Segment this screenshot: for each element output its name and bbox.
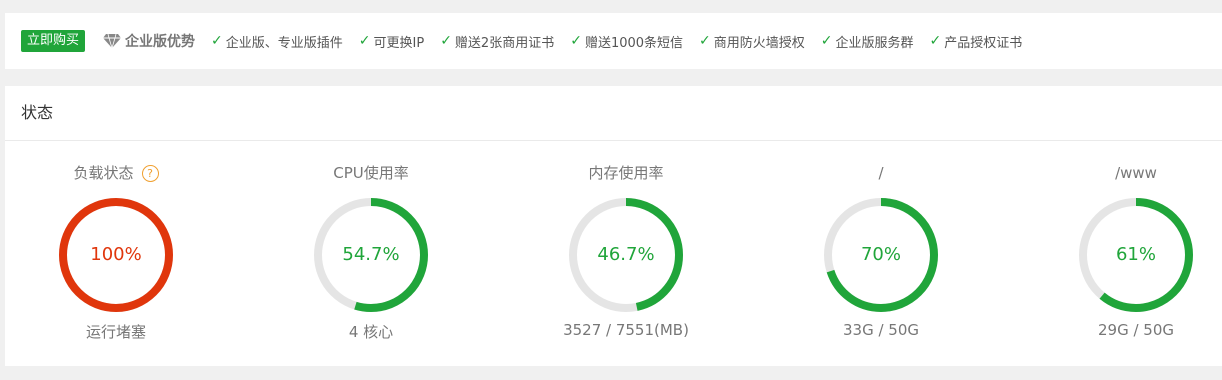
feature-item: ✓ 可更换IP bbox=[359, 32, 424, 51]
gauge-title: / bbox=[781, 153, 981, 193]
status-panel-title: 状态 bbox=[5, 86, 1222, 141]
gauge-title: 内存使用率 bbox=[526, 153, 726, 193]
gauge-percent: 54.7% bbox=[342, 244, 400, 265]
question-icon[interactable]: ? bbox=[141, 164, 159, 182]
feature-label: 赠送2张商用证书 bbox=[454, 35, 555, 51]
feature-label: 商用防火墙授权 bbox=[713, 35, 805, 51]
disk-root-gauge[interactable]: / 70% 33G / 50G bbox=[781, 141, 981, 339]
memory-gauge[interactable]: 内存使用率 46.7% 3527 / 7551(MB) bbox=[526, 141, 726, 339]
status-panel: 状态 负载状态 ? 100% 运行堵塞 CPU使用率 54.7% 4 核心 内存… bbox=[5, 86, 1222, 366]
gauge-percent: 61% bbox=[1115, 244, 1156, 265]
feature-label: 赠送1000条短信 bbox=[584, 35, 684, 51]
feature-label: 企业版服务群 bbox=[835, 35, 914, 51]
gauge-subtitle: 29G / 50G bbox=[1097, 321, 1174, 339]
check-icon: ✓ bbox=[820, 33, 833, 49]
check-icon: ✓ bbox=[440, 33, 452, 49]
feature-item: ✓ 企业版服务群 bbox=[821, 32, 914, 51]
disk-www-gauge[interactable]: /www 61% 29G / 50G bbox=[1036, 141, 1222, 339]
gauge-title: /www bbox=[1036, 153, 1222, 193]
feature-item: ✓ 产品授权证书 bbox=[930, 32, 1023, 51]
enterprise-advantage: 企业版优势 bbox=[103, 31, 195, 51]
gauge-title: 负载状态 ? bbox=[16, 153, 216, 193]
gauge-ring: 100% bbox=[56, 195, 176, 315]
feature-label: 企业版、专业版插件 bbox=[225, 35, 343, 51]
enterprise-advantage-label: 企业版优势 bbox=[125, 34, 196, 50]
feature-item: ✓ 商用防火墙授权 bbox=[699, 32, 805, 51]
gauge-ring: 70% bbox=[821, 195, 941, 315]
gauge-subtitle: 4 核心 bbox=[348, 323, 394, 341]
gauge-row: 负载状态 ? 100% 运行堵塞 CPU使用率 54.7% 4 核心 内存使用率… bbox=[5, 141, 1222, 366]
gauge-subtitle: 33G / 50G bbox=[842, 321, 919, 339]
gauge-title-label: 负载状态 bbox=[73, 164, 134, 182]
gauge-title-label: / bbox=[878, 164, 884, 182]
enterprise-banner: 立即购买 企业版优势 ✓ 企业版、专业版插件 ✓ 可更换IP ✓ 赠送2张商用证书 ✓… bbox=[5, 13, 1222, 69]
gauge-title: CPU使用率 bbox=[271, 153, 471, 193]
gauge-title-label: /www bbox=[1115, 164, 1157, 182]
feature-item: ✓ 企业版、专业版插件 bbox=[211, 32, 343, 51]
gauge-subtitle: 运行堵塞 bbox=[85, 323, 146, 341]
gauge-ring: 46.7% bbox=[566, 195, 686, 315]
cpu-gauge[interactable]: CPU使用率 54.7% 4 核心 bbox=[271, 141, 471, 342]
feature-label: 可更换IP bbox=[373, 35, 425, 51]
check-icon: ✓ bbox=[699, 33, 711, 49]
gauge-subtitle: 3527 / 7551(MB) bbox=[563, 321, 689, 339]
gauge-title-label: 内存使用率 bbox=[588, 164, 664, 182]
gauge-ring: 61% bbox=[1076, 195, 1196, 315]
check-icon: ✓ bbox=[929, 33, 942, 49]
diamond-icon bbox=[103, 34, 122, 48]
buy-now-button[interactable]: 立即购买 bbox=[21, 30, 86, 52]
feature-item: ✓ 赠送2张商用证书 bbox=[440, 32, 554, 51]
load-gauge[interactable]: 负载状态 ? 100% 运行堵塞 bbox=[16, 141, 216, 342]
check-icon: ✓ bbox=[358, 33, 371, 49]
gauge-percent: 100% bbox=[90, 244, 142, 265]
gauge-title-label: CPU使用率 bbox=[333, 164, 409, 182]
check-icon: ✓ bbox=[211, 33, 223, 49]
gauge-ring: 54.7% bbox=[311, 195, 431, 315]
check-icon: ✓ bbox=[570, 33, 582, 49]
gauge-percent: 46.7% bbox=[597, 244, 655, 265]
feature-item: ✓ 赠送1000条短信 bbox=[570, 32, 683, 51]
feature-label: 产品授权证书 bbox=[944, 35, 1023, 51]
gauge-percent: 70% bbox=[860, 244, 901, 265]
